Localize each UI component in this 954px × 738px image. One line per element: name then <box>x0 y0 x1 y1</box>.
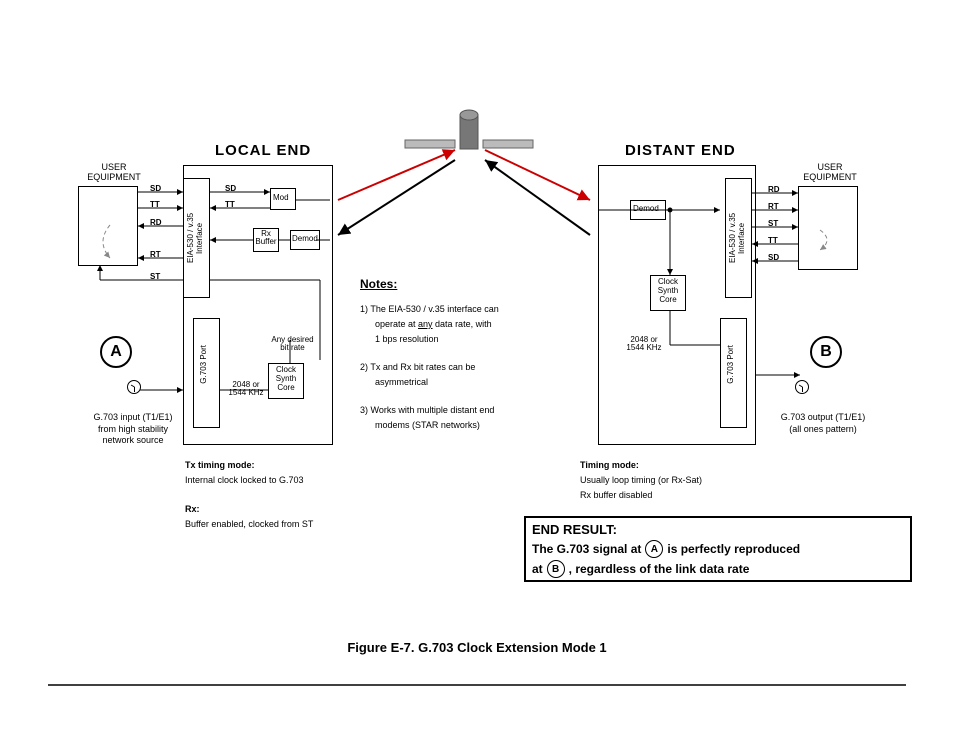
local-txmode-body: Internal clock locked to G.703 <box>185 475 304 485</box>
local-eia-interface-label: EIA-530 / v.35 Interface <box>186 190 204 286</box>
figure-caption: Figure E-7. G.703 Clock Extension Mode 1 <box>0 640 954 655</box>
diagram-wires <box>0 0 954 738</box>
distant-end-title: DISTANT END <box>625 142 736 159</box>
local-end-title: LOCAL END <box>215 142 311 159</box>
local-rxbuffer-label: Rx Buffer <box>253 230 279 246</box>
notes-3b: modems (STAR networks) <box>375 420 480 430</box>
distant-rt: RT <box>768 202 779 211</box>
local-demod-label: Demod <box>292 234 318 243</box>
notes-2a: 2) Tx and Rx bit rates can be <box>360 362 475 372</box>
distant-user-equipment-box <box>798 186 858 270</box>
local-user-equipment-label: USER EQUIPMENT <box>74 162 154 182</box>
distant-g703port-label: G.703 Port <box>726 345 735 384</box>
distant-rd: RD <box>768 185 780 194</box>
end-result-marker-a: A <box>645 540 663 558</box>
distant-sd: SD <box>768 253 779 262</box>
notes-heading: Notes: <box>360 277 397 291</box>
local-clkrate-label: 2048 or 1544 KHz <box>225 381 267 397</box>
notes-1a: 1) The EIA-530 / v.35 interface can <box>360 304 499 314</box>
distant-demod-label: Demod <box>633 204 659 213</box>
local-rd-left: RD <box>150 218 162 227</box>
distant-timingmode-heading: Timing mode: <box>580 460 639 470</box>
local-tt-left: TT <box>150 200 160 209</box>
end-result-marker-b: B <box>547 560 565 578</box>
local-g703port-label: G.703 Port <box>199 345 208 384</box>
local-st-left: ST <box>150 272 160 281</box>
notes-1b: operate at any data rate, with <box>375 319 492 329</box>
end-result-heading: END RESULT: <box>532 522 617 537</box>
notes-2b: asymmetrical <box>375 377 428 387</box>
end-result-line2: at B , regardless of the link data rate <box>532 560 749 578</box>
local-mod-label: Mod <box>273 193 289 202</box>
distant-st: ST <box>768 219 778 228</box>
distant-user-equipment-label: USER EQUIPMENT <box>790 162 870 182</box>
distant-clocksynth-label: Clock Synth Core <box>650 278 686 304</box>
local-clocksynth-label: Clock Synth Core <box>268 366 304 392</box>
local-user-equipment-box <box>78 186 138 266</box>
marker-b: B <box>810 336 842 368</box>
distant-clkrate-label: 2048 or 1544 KHz <box>623 336 665 352</box>
local-sd-left: SD <box>150 184 161 193</box>
distant-eia-interface-label: EIA-530 / v.35 Interface <box>728 190 746 286</box>
local-sd-in: SD <box>225 184 236 193</box>
local-input-label: G.703 input (T1/E1) from high stability … <box>73 412 193 447</box>
distant-output-label: G.703 output (T1/E1) (all ones pattern) <box>758 412 888 435</box>
distant-tt: TT <box>768 236 778 245</box>
notes-1d: 1 bps resolution <box>375 334 439 344</box>
local-clock-icon <box>127 380 141 394</box>
local-rx-body: Buffer enabled, clocked from ST <box>185 519 313 529</box>
local-txmode-heading: Tx timing mode: <box>185 460 255 470</box>
end-result-line1: The G.703 signal at A is perfectly repro… <box>532 540 800 558</box>
notes-3a: 3) Works with multiple distant end <box>360 405 494 415</box>
distant-timingmode-b2: Rx buffer disabled <box>580 490 652 500</box>
local-tt-in: TT <box>225 200 235 209</box>
distant-timingmode-b1: Usually loop timing (or Rx-Sat) <box>580 475 702 485</box>
local-rx-heading: Rx: <box>185 504 200 514</box>
marker-a: A <box>100 336 132 368</box>
local-rt-left: RT <box>150 250 161 259</box>
local-anyrate-label: Any desired bit rate <box>265 336 320 352</box>
distant-clock-icon <box>795 380 809 394</box>
